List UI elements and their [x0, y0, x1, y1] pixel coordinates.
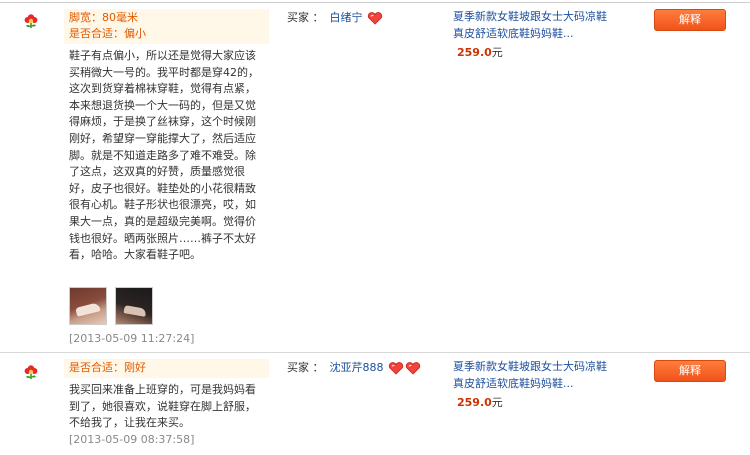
heart-icon — [388, 361, 404, 375]
review-content: 是否合适：刚好 我买回来准备上班穿的，可是我妈妈看到了，她很喜欢，说鞋穿在脚上舒… — [64, 359, 269, 448]
buyer-info: 买家 ： 沈亚芹888 — [287, 360, 437, 376]
price-currency: 元 — [491, 396, 503, 409]
attribute-value: 刚好 — [124, 361, 146, 374]
product-info: 夏季新款女鞋坡跟女士大码凉鞋真皮舒适软底鞋妈妈鞋... 259.0元 — [453, 9, 613, 61]
attribute-fit: 是否合适：偏小 — [69, 26, 264, 42]
attribute-box: 是否合适：刚好 — [64, 359, 269, 378]
price-value: 259.0 — [457, 396, 492, 409]
product-price: 259.0元 — [453, 395, 613, 411]
product-price: 259.0元 — [453, 45, 613, 61]
heart-icon — [405, 361, 421, 375]
attribute-value: 偏小 — [124, 27, 146, 40]
product-info: 夏季新款女鞋坡跟女士大码凉鞋真皮舒适软底鞋妈妈鞋... 259.0元 — [453, 359, 613, 411]
attribute-key: 是否合适： — [69, 361, 124, 374]
buyer-label: 买家 ： — [287, 11, 324, 24]
review-photo-thumbnail[interactable] — [115, 287, 153, 325]
explain-button[interactable]: 解释 — [654, 9, 726, 31]
attribute-box: 脚宽：80毫米 是否合适：偏小 — [64, 9, 269, 44]
review-photos — [69, 287, 269, 325]
review-text: 鞋子有点偏小，所以还是觉得大家应该买稍微大一号的。我平时都是穿42的，这次到货穿… — [69, 49, 259, 262]
attribute-fit: 是否合适：刚好 — [69, 360, 264, 376]
buyer-name-link[interactable]: 沈亚芹888 — [330, 361, 384, 374]
attribute-foot-width: 脚宽：80毫米 — [69, 10, 264, 26]
red-flower-icon — [24, 14, 38, 28]
buyer-name-link[interactable]: 白绪宁 — [330, 11, 363, 24]
product-title-link[interactable]: 夏季新款女鞋坡跟女士大码凉鞋真皮舒适软底鞋妈妈鞋... — [453, 359, 613, 392]
explain-button[interactable]: 解释 — [654, 360, 726, 382]
review-row: 脚宽：80毫米 是否合适：偏小 鞋子有点偏小，所以还是觉得大家应该买稍微大一号的… — [0, 3, 750, 353]
product-title-link[interactable]: 夏季新款女鞋坡跟女士大码凉鞋真皮舒适软底鞋妈妈鞋... — [453, 9, 613, 42]
review-text: 我买回来准备上班穿的，可是我妈妈看到了，她很喜欢，说鞋穿在脚上舒服，不给我了，让… — [69, 383, 256, 429]
attribute-key: 脚宽： — [69, 11, 102, 24]
review-photo-thumbnail[interactable] — [69, 287, 107, 325]
review-date: [2013-05-09 08:37:58] — [69, 433, 195, 446]
price-currency: 元 — [491, 46, 503, 59]
red-flower-icon — [24, 365, 38, 379]
buyer-info: 买家 ： 白绪宁 — [287, 10, 437, 26]
review-row: 是否合适：刚好 我买回来准备上班穿的，可是我妈妈看到了，她很喜欢，说鞋穿在脚上舒… — [0, 354, 750, 455]
heart-icon — [367, 11, 383, 25]
review-content: 脚宽：80毫米 是否合适：偏小 鞋子有点偏小，所以还是觉得大家应该买稍微大一号的… — [64, 9, 269, 325]
buyer-label: 买家 ： — [287, 361, 324, 374]
review-date: [2013-05-09 11:27:24] — [69, 332, 195, 345]
price-value: 259.0 — [457, 46, 492, 59]
attribute-key: 是否合适： — [69, 27, 124, 40]
attribute-value: 80毫米 — [102, 11, 138, 24]
